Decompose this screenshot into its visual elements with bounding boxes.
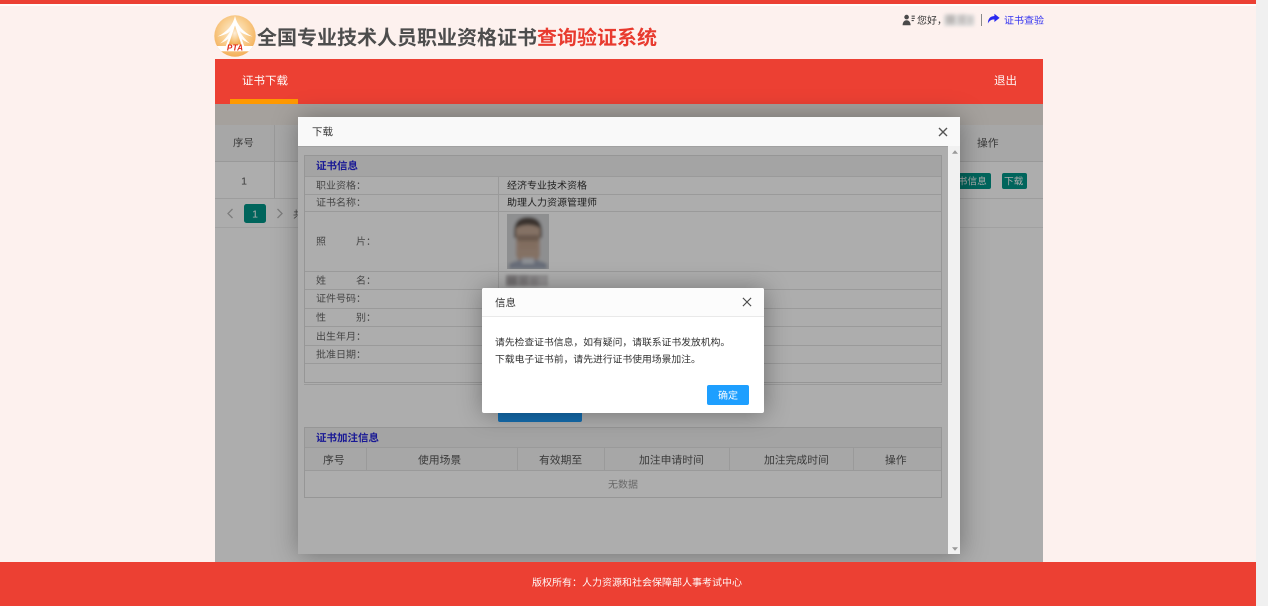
svg-text:PTA: PTA <box>227 44 243 53</box>
